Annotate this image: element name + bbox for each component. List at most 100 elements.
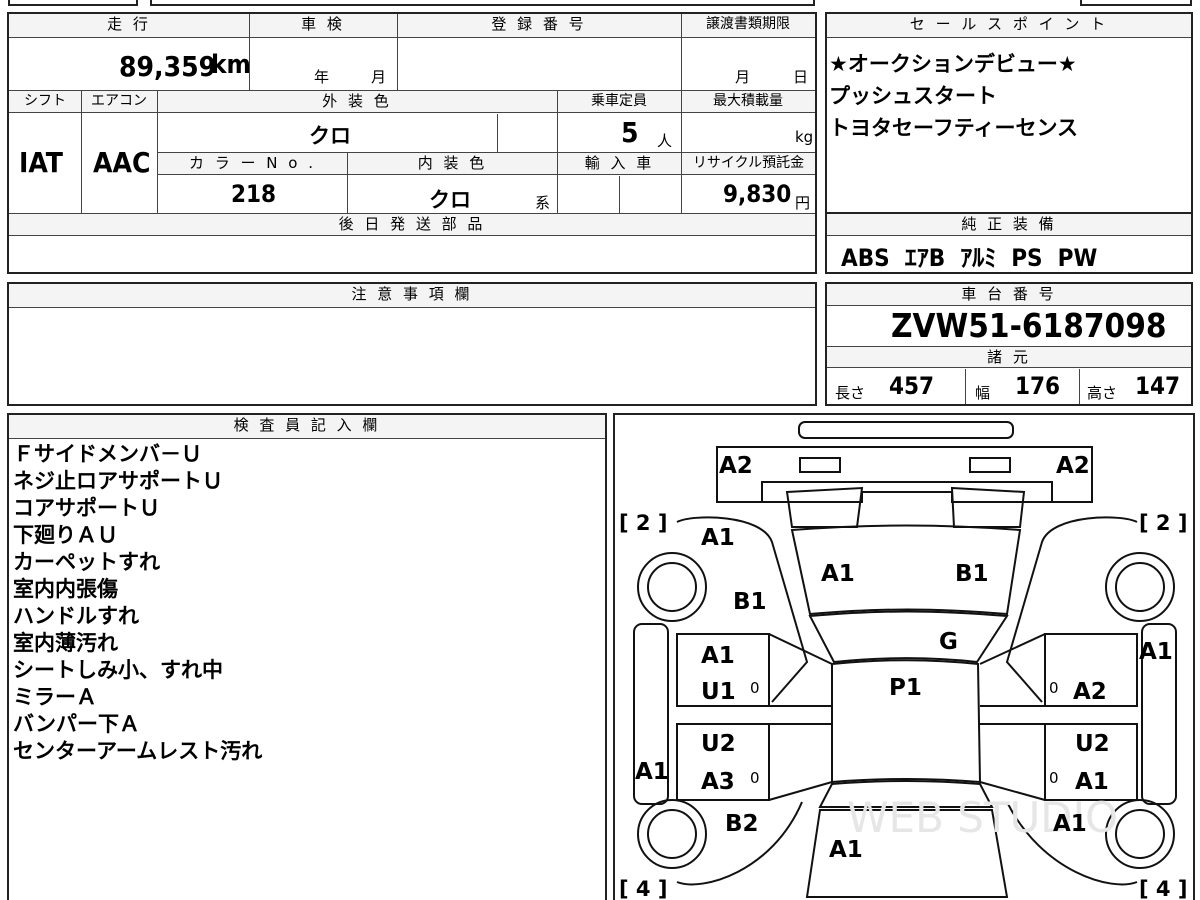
notes-header: 注 意 事 項 欄	[9, 284, 815, 308]
inspector-notes: Ｆサイドメンバ－Ｕ ネジ止ロアサポートＵ コアサポートＵ 下廻りＡＵ カーペット…	[13, 441, 262, 765]
ac-header: エアコン	[81, 91, 157, 113]
mark-front-left-fender: A1	[701, 525, 735, 551]
inspector-line: ネジ止ロアサポートＵ	[13, 469, 223, 493]
tire-front-left: [ 2 ]	[619, 511, 668, 535]
mark-roof: P1	[889, 675, 922, 701]
chassis-number: ZVW51-6187098	[891, 306, 1167, 345]
mark-right-front-outer: A1	[1139, 639, 1173, 665]
mark-door-zero-2: 0	[750, 769, 760, 787]
transfer-deadline-header: 譲渡書類期限	[681, 14, 815, 38]
inspector-line: 室内内張傷	[13, 577, 118, 601]
tire-rear-left: [ 4 ]	[619, 877, 668, 900]
mark-door-zero-3: 0	[1049, 679, 1059, 697]
divider	[965, 369, 966, 404]
interior-color-unit: 系	[535, 194, 551, 212]
vehicle-info-table: 走 行 車 検 登 録 番 号 譲渡書類期限 89,359 km 年 月 月 日…	[7, 12, 817, 274]
chassis-panel: 車 台 番 号 ZVW51-6187098 諸 元 長さ 457 幅 176 高…	[825, 282, 1193, 406]
sales-point-line-1: ★オークションデビュー★	[829, 52, 1077, 76]
sales-point-line-2: プッシュスタート	[829, 84, 997, 108]
chassis-header: 車 台 番 号	[827, 284, 1191, 306]
divider	[1079, 369, 1080, 404]
mileage-header: 走 行	[9, 14, 249, 38]
mark-front-right-bumper: A2	[1056, 453, 1090, 479]
color-no-value: 218	[231, 180, 277, 208]
recycle-header: リサイクル預託金	[682, 153, 815, 175]
divider	[619, 176, 620, 213]
inspector-line: 下廻りＡＵ	[13, 523, 118, 547]
tire-front-right: [ 2 ]	[1139, 511, 1188, 535]
later-parts-header: 後 日 発 送 部 品	[9, 214, 815, 236]
mileage-unit: km	[211, 50, 251, 80]
ac-value: AAC	[93, 146, 151, 179]
max-load-header: 最大積載量	[681, 91, 815, 113]
mark-hood-left: A1	[821, 561, 855, 587]
height-label: 高さ	[1087, 384, 1118, 402]
mark-rear-right-door-2: A1	[1075, 769, 1109, 795]
mark-rear-right-quarter: A1	[1053, 811, 1087, 837]
capacity-unit: 人	[657, 132, 673, 150]
shaken-month-unit: 月	[371, 68, 387, 86]
mark-door-zero-1: 0	[750, 679, 760, 697]
interior-color-value: クロ	[429, 188, 471, 212]
height-value: 147	[1135, 372, 1181, 400]
inspector-line: コアサポートＵ	[13, 496, 160, 520]
mark-hood-right: B1	[955, 561, 989, 587]
top-stub-3	[1080, 0, 1192, 6]
inspector-line: ハンドルすれ	[13, 604, 139, 628]
transfer-month-unit: 月	[735, 68, 751, 86]
import-header: 輸 入 車	[558, 153, 681, 175]
mark-door-zero-4: 0	[1049, 769, 1059, 787]
mark-rear-left-door-2: A3	[701, 769, 735, 795]
mark-rear-right-door-1: U2	[1075, 731, 1110, 757]
damage-diagram-panel: WEB STUDIO A2 A2 A1 A1 B1 B1 G P1 A1 U1 …	[613, 413, 1195, 900]
mark-front-left-door-2: U1	[701, 679, 736, 705]
mark-trunk: A1	[829, 837, 863, 863]
mark-rear-left-door-1: U2	[701, 731, 736, 757]
mark-left-rocker: A1	[635, 759, 669, 785]
sales-points-header: セ ー ル ス ポ イ ン ト	[827, 14, 1191, 38]
length-value: 457	[889, 372, 935, 400]
width-label: 幅	[975, 384, 991, 402]
tire-rear-right: [ 4 ]	[1139, 877, 1188, 900]
shaken-year-unit: 年	[314, 68, 330, 86]
width-value: 176	[1015, 372, 1061, 400]
shift-value: IAT	[19, 146, 63, 179]
genuine-equipment-value: ABS ｴｱB ｱﾙﾐ PS PW	[841, 244, 1098, 272]
inspector-line: シートしみ小、すれ中	[13, 658, 223, 682]
divider	[497, 114, 498, 152]
top-stub-2	[150, 0, 815, 6]
exterior-color-value: クロ	[309, 124, 351, 148]
specs-header: 諸 元	[827, 346, 1191, 368]
mark-windshield: G	[939, 629, 958, 655]
inspector-panel: 検 査 員 記 入 欄 Ｆサイドメンバ－Ｕ ネジ止ロアサポートＵ コアサポートＵ…	[7, 413, 607, 900]
mark-front-left-wheel-area: B1	[733, 589, 767, 615]
mark-front-right-door: A2	[1073, 679, 1107, 705]
mark-front-left-bumper: A2	[719, 453, 753, 479]
recycle-unit: 円	[795, 194, 811, 212]
recycle-value: 9,830	[723, 180, 792, 208]
genuine-equipment-panel: 純 正 装 備 ABS ｴｱB ｱﾙﾐ PS PW	[825, 212, 1193, 274]
divider	[681, 14, 682, 90]
transfer-day-unit: 日	[793, 68, 809, 86]
notes-panel: 注 意 事 項 欄	[7, 282, 817, 406]
shaken-header: 車 検	[249, 14, 397, 38]
interior-color-header: 内 装 色	[348, 153, 557, 175]
mark-rear-left-quarter: B2	[725, 811, 759, 837]
inspector-line: ミラーＡ	[13, 685, 97, 709]
inspector-header: 検 査 員 記 入 欄	[9, 415, 605, 439]
inspector-line: カーペットすれ	[13, 550, 160, 574]
inspector-line: Ｆサイドメンバ－Ｕ	[13, 442, 202, 466]
top-stub-1	[8, 0, 138, 6]
inspector-line: バンパー下Ａ	[13, 712, 141, 736]
shift-header: シフト	[9, 91, 81, 113]
registration-header: 登 録 番 号	[397, 14, 681, 38]
inspector-line: 室内薄汚れ	[13, 631, 118, 655]
divider	[81, 91, 82, 213]
sales-point-line-3: トヨタセーフティーセンス	[829, 116, 1079, 140]
capacity-header: 乗車定員	[557, 91, 681, 113]
genuine-equipment-header: 純 正 装 備	[827, 214, 1191, 236]
exterior-color-header: 外 装 色	[157, 91, 557, 113]
inspector-line: センターアームレスト汚れ	[13, 739, 263, 763]
max-load-unit: kg	[795, 128, 814, 146]
length-label: 長さ	[835, 384, 866, 402]
